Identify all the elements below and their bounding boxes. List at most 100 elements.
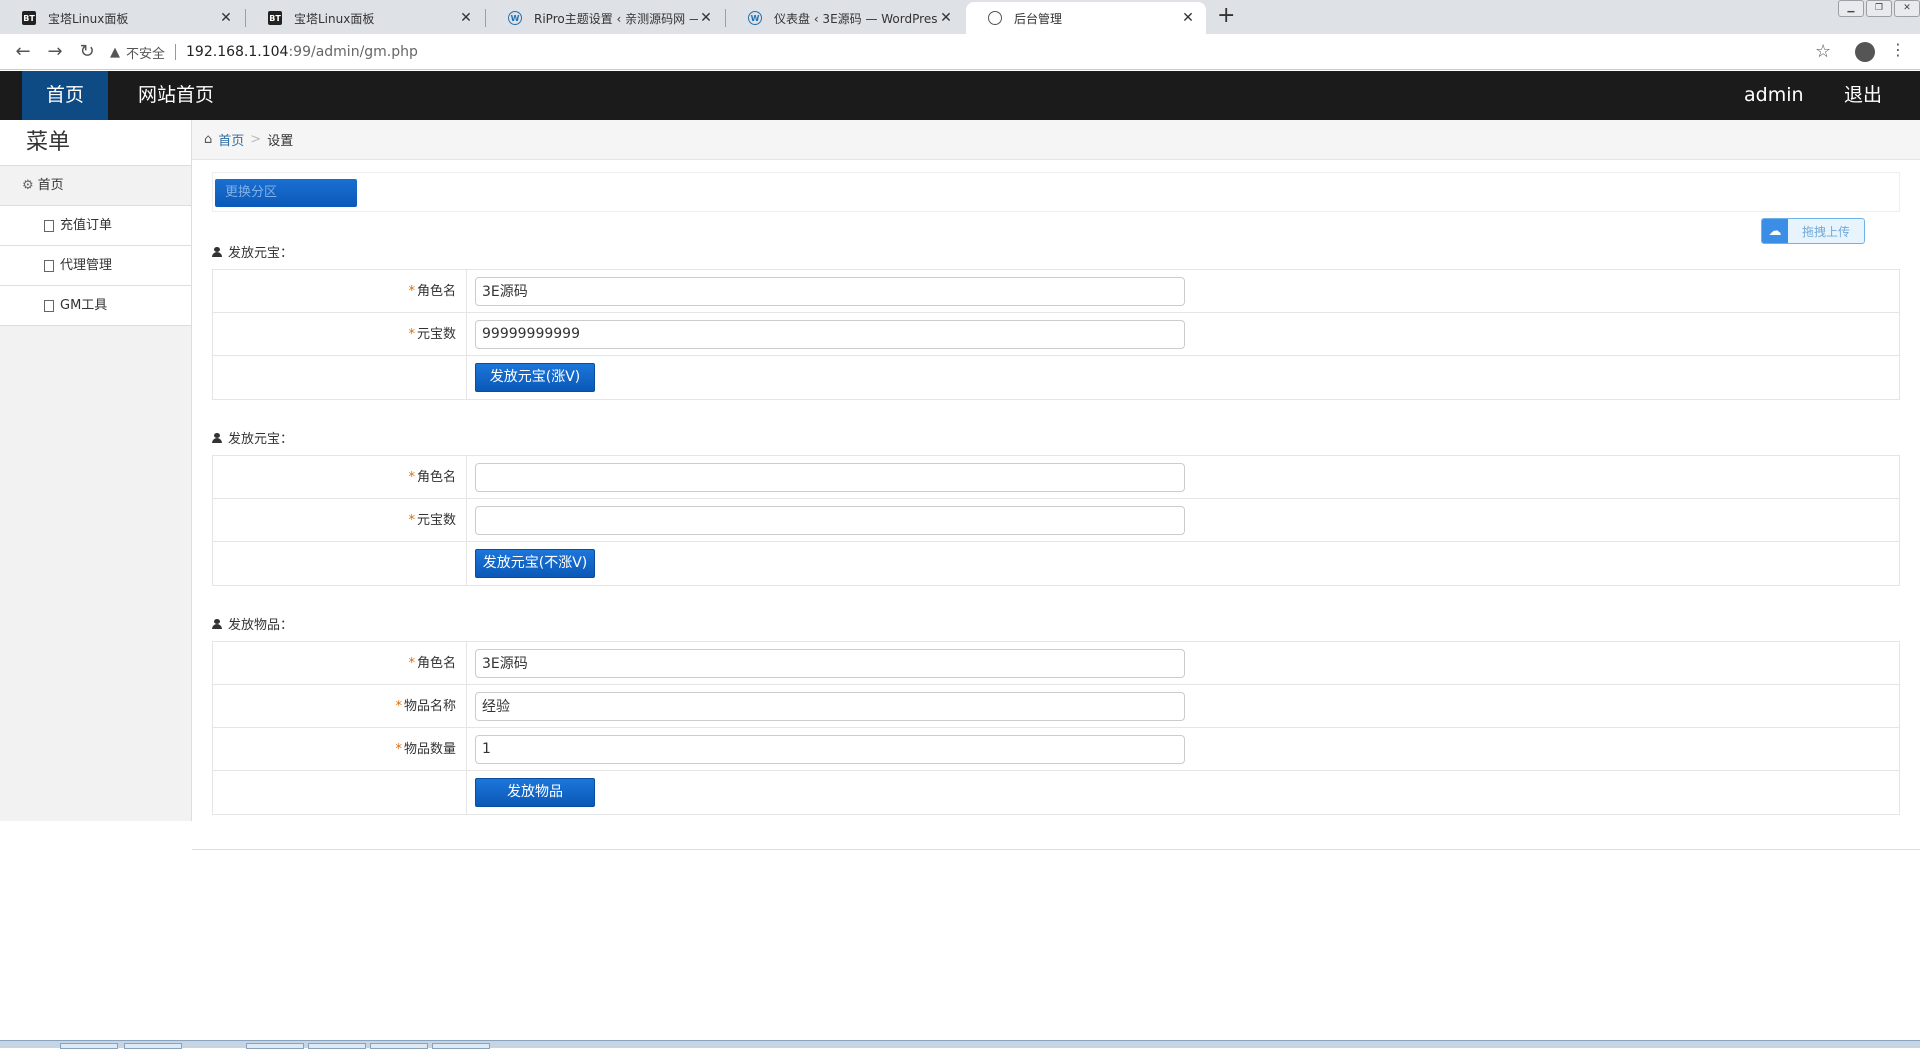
user-icon [212,246,222,257]
role-name-input[interactable] [475,276,1185,306]
sidebar-title: 菜单 [0,120,191,166]
profile-avatar-icon[interactable] [1855,42,1875,62]
form-row: * 角色名 [213,269,1899,313]
sidebar-item-agent-management[interactable]: 代理管理 [0,246,191,286]
gear-icon: ⚙ [22,177,34,193]
field-label: * 物品名称 [213,684,467,728]
tab-title: 后台管理 [1014,11,1063,26]
field-label-empty [213,771,467,814]
gold-amount-input[interactable] [475,319,1185,349]
breadcrumb: ⌂ 首页 > 设置 [192,120,1920,160]
close-icon[interactable]: ✕ [938,10,954,26]
top-navigation: 首页 网站首页 admin 退出 [0,71,1920,120]
form-row: 发放元宝(不涨V) [213,542,1899,585]
section-title-text: 发放物品： [228,618,294,633]
close-icon[interactable]: ✕ [1180,10,1196,26]
form-send-item: *角色名 *物品名称 *物品数量 发放物品 [212,641,1900,815]
field-label: * 角色名 [213,269,467,313]
warning-icon: ▲ [110,44,120,60]
document-icon [44,219,54,232]
browser-tab[interactable]: BT 宝塔Linux面板 ✕ [246,2,484,34]
role-name-input[interactable] [475,462,1185,492]
main-content: ⌂ 首页 > 设置 更换分区 ☁ 拖拽上传 发放元宝： *角色名 *元宝数 发放… [192,120,1920,850]
reload-icon[interactable]: ↻ [76,41,98,63]
field-label: * 元宝数 [213,312,467,356]
breadcrumb-separator: > [250,132,262,147]
field-label-empty [213,356,467,399]
tab-title: RiPro主题设置 ‹ 亲测源码网 — W [534,11,698,26]
close-icon[interactable]: ✕ [458,10,474,26]
close-window-icon[interactable]: ✕ [1894,0,1920,17]
drag-upload-button[interactable]: ☁ 拖拽上传 [1761,218,1865,244]
form-gold-with-vip: *角色名 *元宝数 发放元宝(涨V) [212,269,1900,400]
wordpress-icon: W [748,11,762,25]
restore-icon[interactable]: ❐ [1866,0,1892,17]
taskbar-button[interactable] [370,1043,428,1049]
taskbar-button[interactable] [124,1043,182,1049]
bt-icon: BT [22,11,36,25]
browser-tab[interactable]: W RiPro主题设置 ‹ 亲测源码网 — W ✕ [486,2,724,34]
send-item-button[interactable]: 发放物品 [475,778,595,807]
forward-icon[interactable]: → [44,41,66,63]
sidebar-item-recharge-orders[interactable]: 充值订单 [0,206,191,246]
new-tab-button[interactable]: + [1217,3,1235,28]
item-quantity-input[interactable] [475,734,1185,764]
bookmark-star-icon[interactable]: ☆ [1815,41,1831,62]
home-icon: ⌂ [204,132,213,147]
browser-tab-strip: BT 宝塔Linux面板 ✕ BT 宝塔Linux面板 ✕ W RiPro主题设… [0,0,1920,34]
send-gold-no-vip-button[interactable]: 发放元宝(不涨V) [475,549,595,578]
form-row: * 角色名 [213,641,1899,685]
close-icon[interactable]: ✕ [698,10,714,26]
role-name-input[interactable] [475,648,1185,678]
divider [175,44,177,60]
sidebar: 菜单 ⚙ 首页 充值订单 代理管理 GM工具 [0,120,192,821]
section-title-text: 发放元宝： [228,432,294,447]
gold-amount-input[interactable] [475,505,1185,535]
browser-tab-active[interactable]: 后台管理 ✕ [966,2,1206,34]
form-gold-no-vip: * 角色名 * 元宝数 发放元宝(不涨V) [212,455,1900,586]
item-name-input[interactable] [475,691,1185,721]
url-bar[interactable]: ▲ 不安全 192.168.1.104:99/admin/gm.php [110,39,1830,65]
taskbar-button[interactable] [432,1043,490,1049]
minimize-icon[interactable]: ▁ [1838,0,1864,17]
nav-site-home[interactable]: 网站首页 [114,71,238,120]
sidebar-item-gm-tools[interactable]: GM工具 [0,286,191,326]
more-menu-icon[interactable]: ⋮ [1890,40,1906,59]
url-text: 192.168.1.104:99/admin/gm.php [186,44,418,60]
document-icon [44,299,54,312]
taskbar-button[interactable] [308,1043,366,1049]
url-path: :99/admin/gm.php [288,44,418,60]
field-label-empty [213,542,467,585]
form-row: * 物品名称 [213,684,1899,728]
close-icon[interactable]: ✕ [218,10,234,26]
form-row: * 角色名 [213,455,1899,499]
tab-title: 仪表盘 ‹ 3E源码 — WordPress [774,11,938,26]
taskbar-button[interactable] [246,1043,304,1049]
field-label: * 角色名 [213,455,467,499]
browser-tab[interactable]: BT 宝塔Linux面板 ✕ [0,2,244,34]
form-row: * 物品数量 [213,727,1899,771]
cloud-icon: ☁ [1762,219,1788,243]
change-partition-button[interactable]: 更换分区 [215,179,357,207]
nav-home[interactable]: 首页 [22,71,109,120]
field-label-text: 物品名称 [403,698,456,714]
field-label-text: 元宝数 [416,326,456,342]
breadcrumb-home-link[interactable]: 首页 [218,130,244,149]
document-icon [44,259,54,272]
taskbar-button[interactable] [60,1043,118,1049]
section-title-text: 发放元宝： [228,246,294,261]
url-host: 192.168.1.104 [186,44,289,60]
browser-tab[interactable]: W 仪表盘 ‹ 3E源码 — WordPress ✕ [726,2,964,34]
required-mark: * [395,741,402,757]
field-label-text: 物品数量 [403,741,456,757]
sidebar-group-label: 首页 [37,177,64,193]
nav-logout[interactable]: 退出 [1820,71,1906,120]
globe-icon [988,11,1002,25]
required-mark: * [408,512,415,528]
field-label: * 物品数量 [213,727,467,771]
nav-user[interactable]: admin [1720,71,1828,120]
sidebar-item-label: GM工具 [60,297,108,313]
sidebar-group-home[interactable]: ⚙ 首页 [0,166,191,206]
send-gold-vip-button[interactable]: 发放元宝(涨V) [475,363,595,392]
back-icon[interactable]: ← [12,41,34,63]
